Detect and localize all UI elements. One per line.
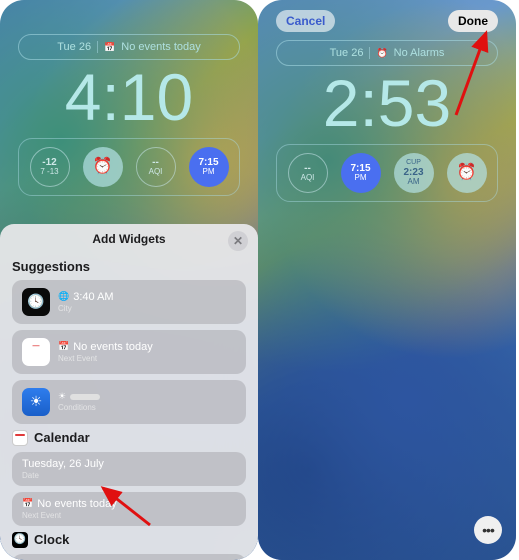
calendar-section-icon — [12, 430, 28, 446]
calendar-date-widget[interactable]: Tuesday, 26 July Date — [12, 452, 246, 486]
clock-widget[interactable]: 7:15PM — [337, 149, 385, 197]
calendar-next-event-widget[interactable]: 📅No events today Next Event — [12, 492, 246, 526]
alarm-icon: ⏰ — [457, 164, 477, 182]
calendar-app-icon: — — [22, 338, 50, 366]
sheet-title: Add Widgets — [92, 232, 165, 246]
city-clock-widget[interactable]: CUP2:23AM — [390, 149, 438, 197]
suggestion-calendar[interactable]: — 📅No events today Next Event — [12, 330, 246, 374]
date-day: Tue 26 — [330, 47, 364, 59]
done-button[interactable]: Done — [448, 10, 498, 32]
weather-bar — [70, 394, 100, 400]
date-event: No events today — [121, 41, 201, 53]
alarm-widget[interactable]: ⏰ — [79, 143, 127, 191]
clock-app-icon: 🕓 — [22, 288, 50, 316]
clock-city-widget[interactable]: 🌐3:40 AM — [12, 554, 246, 560]
section-clock: 🕓 Clock — [12, 532, 246, 548]
date-day: Tue 26 — [57, 41, 91, 53]
date-alarm: No Alarms — [394, 47, 445, 59]
alarm-icon: ⏰ — [376, 48, 387, 59]
lock-clock: 2:53 — [266, 70, 508, 136]
add-widgets-sheet: Add Widgets ✕ Suggestions 🕓 🌐3:40 AM Cit… — [0, 224, 258, 560]
section-suggestions: Suggestions — [12, 259, 246, 274]
ellipsis-icon: ••• — [482, 522, 494, 538]
section-calendar: Calendar — [12, 430, 246, 446]
separator — [369, 47, 370, 59]
date-widget[interactable]: Tue 26 📅 No events today — [18, 34, 240, 60]
sheet-header: Add Widgets ✕ — [0, 224, 258, 255]
close-button[interactable]: ✕ — [228, 231, 248, 251]
sun-icon: ☀ — [58, 391, 66, 402]
calendar-icon: 📅 — [58, 341, 69, 352]
suggestion-weather[interactable]: ☀ ☀ Conditions — [12, 380, 246, 424]
close-icon: ✕ — [233, 234, 243, 248]
globe-icon: 🌐 — [58, 291, 69, 302]
cancel-button[interactable]: Cancel — [276, 10, 335, 32]
widgets-row[interactable]: -127 -13 ⏰ --AQI 7:15PM — [18, 138, 240, 196]
alarm-icon: ⏰ — [93, 158, 113, 176]
widgets-row[interactable]: --AQI 7:15PM CUP2:23AM ⏰ — [276, 144, 498, 202]
date-widget[interactable]: Tue 26 ⏰ No Alarms — [276, 40, 498, 66]
clock-widget[interactable]: 7:15PM — [185, 143, 233, 191]
calendar-icon: 📅 — [104, 42, 115, 53]
clock-section-icon: 🕓 — [12, 532, 28, 548]
separator — [97, 41, 98, 53]
aqi-widget[interactable]: --AQI — [132, 143, 180, 191]
calendar-icon: 📅 — [22, 498, 33, 509]
suggestion-clock[interactable]: 🕓 🌐3:40 AM City — [12, 280, 246, 324]
weather-widget[interactable]: -127 -13 — [26, 143, 74, 191]
lock-clock: 4:10 — [8, 64, 250, 130]
aqi-widget[interactable]: --AQI — [284, 149, 332, 197]
alarm-widget[interactable]: ⏰ — [443, 149, 491, 197]
weather-app-icon: ☀ — [22, 388, 50, 416]
more-button[interactable]: ••• — [474, 516, 502, 544]
